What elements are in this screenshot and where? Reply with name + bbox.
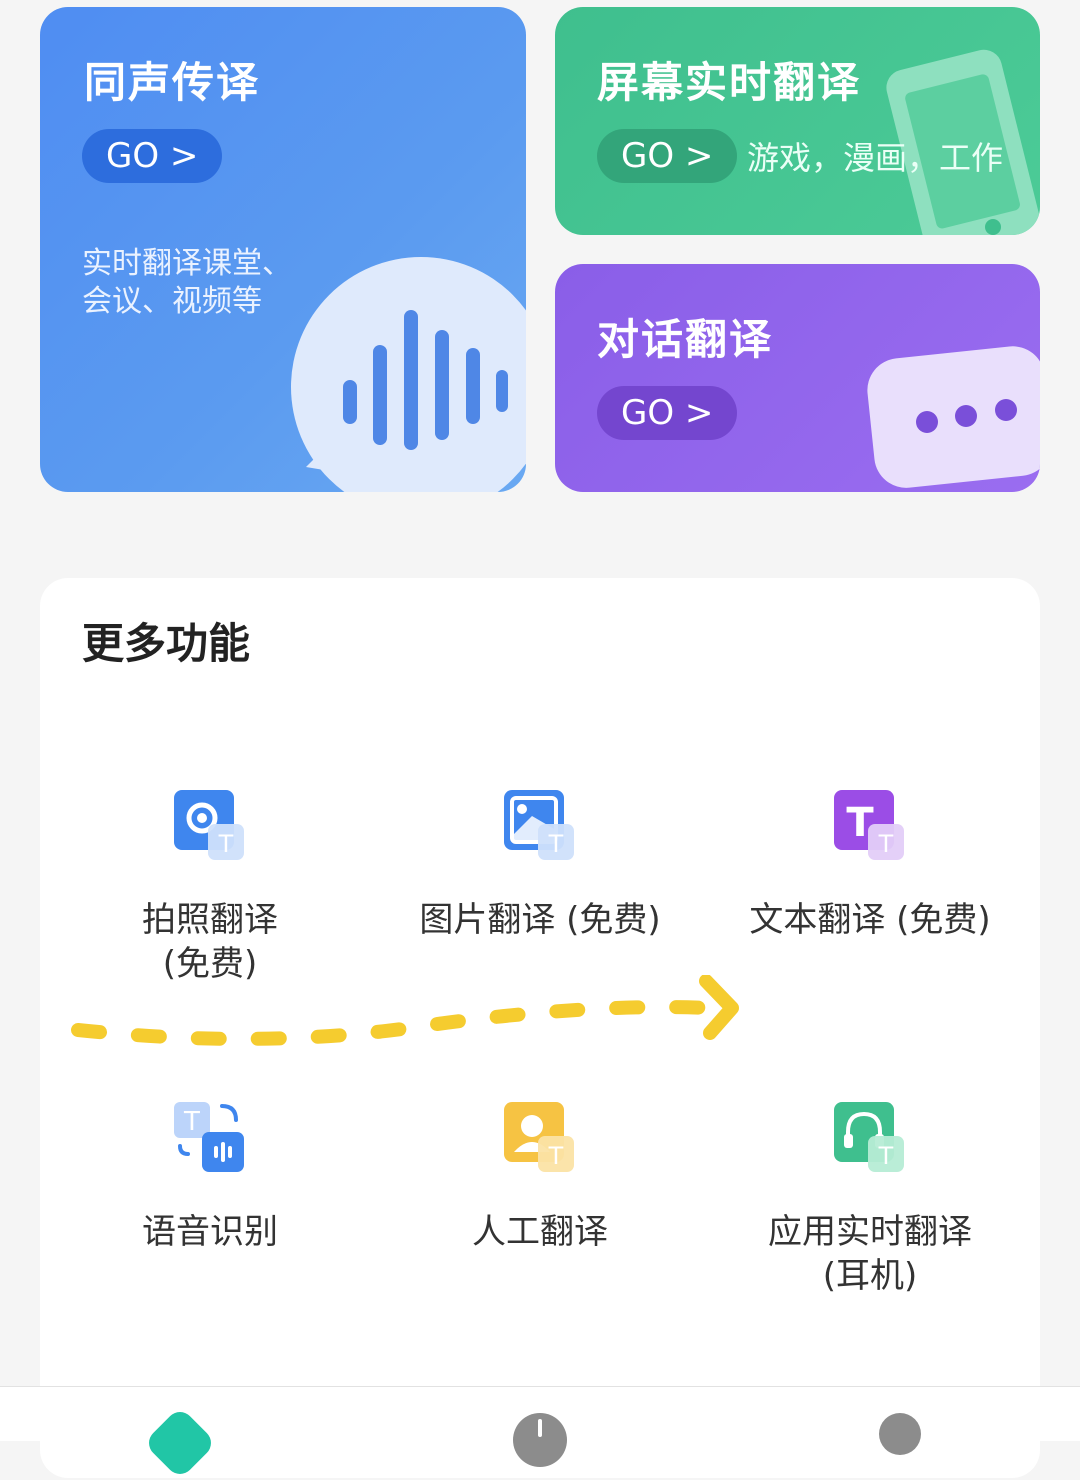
card-title: 屏幕实时翻译 (597, 58, 862, 107)
card-description: 游戏，漫画，工作 (747, 139, 1004, 177)
profile-tab-icon[interactable] (879, 1413, 921, 1455)
item-label: 文本翻译 (免费) (749, 900, 991, 940)
item-label: 应用实时翻译 (768, 1212, 972, 1252)
go-button[interactable]: GO > (597, 386, 738, 440)
svg-text:T: T (878, 830, 894, 858)
image-translate-icon: T (504, 790, 576, 862)
dialogue-translation-card[interactable]: 对话翻译 GO > (555, 264, 1040, 492)
phone-icon (886, 49, 1040, 235)
svg-text:T: T (183, 1107, 200, 1137)
svg-text:T: T (548, 1142, 564, 1170)
headset-translate-icon: T (834, 1102, 906, 1174)
bottom-tab-bar (0, 1386, 1080, 1480)
svg-text:T: T (548, 830, 564, 858)
go-button[interactable]: GO > (597, 129, 738, 183)
text-translate-item[interactable]: T T 文本翻译 (免费) (720, 790, 1020, 942)
voice-bubble-icon (291, 257, 526, 492)
card-title: 同声传译 (84, 58, 261, 107)
svg-text:T: T (878, 1142, 894, 1170)
card-description: 实时翻译课堂、 会议、视频等 (82, 246, 292, 319)
simultaneous-interpretation-card[interactable]: 同声传译 GO > 实时翻译课堂、 会议、视频等 (40, 7, 526, 492)
chat-bubble-icon (867, 346, 1040, 488)
yellow-dashed-arrow (71, 975, 739, 1046)
go-button[interactable]: GO > (82, 129, 223, 183)
headset-translate-item[interactable]: T 应用实时翻译 (耳机) (720, 1102, 1020, 1298)
item-label-sub: (耳机) (822, 1256, 918, 1296)
gray-tab-icon[interactable] (513, 1413, 567, 1467)
item-label: 语音识别 (142, 1212, 278, 1252)
item-label: 人工翻译 (472, 1212, 608, 1252)
speech-recognition-item[interactable]: T 语音识别 (60, 1102, 360, 1254)
human-translate-icon: T (504, 1102, 576, 1174)
image-translate-item[interactable]: T 图片翻译 (免费) (390, 790, 690, 942)
screen-translation-card[interactable]: 屏幕实时翻译 GO > 游戏，漫画，工作 (555, 7, 1040, 235)
photo-translate-item[interactable]: T 拍照翻译 (免费) (60, 790, 360, 986)
speech-recognition-icon: T (174, 1102, 246, 1174)
card-title: 对话翻译 (597, 315, 774, 364)
svg-text:T: T (218, 830, 234, 858)
item-label: 图片翻译 (免费) (419, 900, 661, 940)
human-translate-item[interactable]: T 人工翻译 (390, 1102, 690, 1254)
item-label: 拍照翻译 (142, 900, 278, 940)
camera-translate-icon: T (174, 790, 246, 862)
text-translate-icon: T T (834, 790, 906, 862)
section-title: 更多功能 (82, 619, 251, 668)
